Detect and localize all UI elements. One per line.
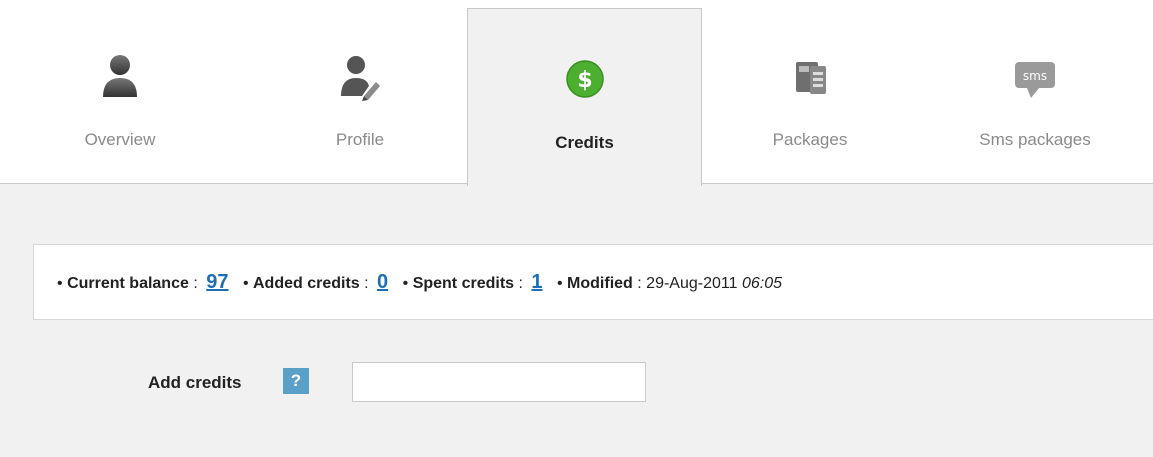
dollar-icon: $ [563,53,607,103]
colon: : [364,275,369,292]
tab-overview[interactable]: Overview [30,8,210,184]
help-icon[interactable]: ? [283,368,309,394]
modified-date: 29-Aug-2011 [646,275,738,292]
svg-text:$: $ [577,68,592,93]
tab-label: Overview [84,130,156,149]
modified-time: 06:05 [741,275,782,292]
colon: : [193,275,198,292]
spent-credits-label: Spent credits [412,275,515,292]
user-edit-icon [338,52,382,102]
add-credits-row: Add credits ? [0,362,700,406]
user-icon [98,52,142,102]
current-balance-link[interactable]: 97 [206,271,228,293]
added-credits-link[interactable]: 0 [377,271,388,293]
tab-packages[interactable]: Packages [710,8,910,184]
colon: : [637,275,642,292]
add-credits-label: Add credits [148,373,242,392]
bullet: • [402,275,409,292]
tab-label: Sms packages [979,130,1091,149]
credits-summary: • Current balance : 97 • Added credits :… [33,244,1153,320]
bullet: • [242,275,249,292]
tab-bar: Overview Profile $ Credits Packages sms … [0,0,1153,186]
sms-icon: sms [1013,52,1057,102]
spent-credits-link[interactable]: 1 [531,271,542,293]
tab-label: Profile [335,130,385,149]
svg-text:sms: sms [1023,69,1047,83]
tab-label: Credits [555,133,614,152]
add-credits-input[interactable] [352,362,646,402]
tab-label: Packages [772,130,848,149]
tab-credits[interactable]: $ Credits [467,8,702,186]
packages-icon [788,52,832,102]
current-balance-label: Current balance [67,275,189,292]
credits-panel: • Current balance : 97 • Added credits :… [0,183,1153,457]
bullet: • [556,275,563,292]
tab-profile[interactable]: Profile [270,8,450,184]
colon: : [518,275,523,292]
bullet: • [57,275,63,292]
modified-label: Modified [567,275,633,292]
added-credits-label: Added credits [253,275,360,292]
tab-sms-packages[interactable]: sms Sms packages [935,8,1135,184]
